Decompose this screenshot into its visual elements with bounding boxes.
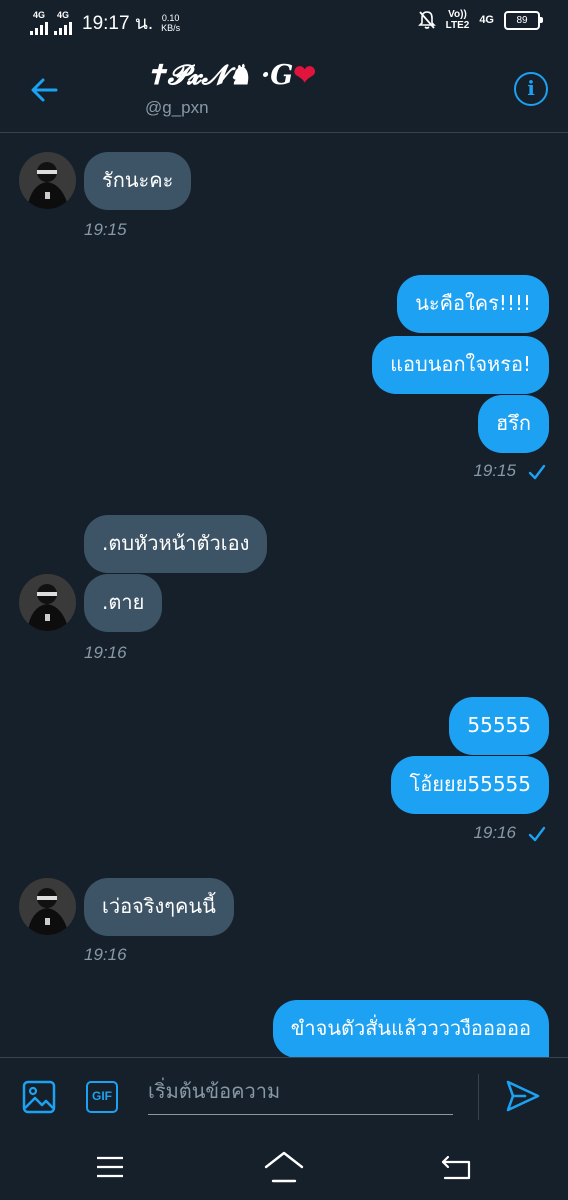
avatar[interactable] — [19, 878, 76, 935]
contact-name[interactable]: ✝𝓟𝔁𝓝♞ ·G❤ — [145, 60, 316, 92]
arrow-left-icon[interactable] — [28, 74, 60, 106]
message-input[interactable]: เริ่มต้นข้อความ — [148, 1078, 453, 1115]
menu-icon[interactable] — [96, 1155, 124, 1179]
checkmark-icon — [528, 464, 546, 480]
message-timestamp: 19:16 — [84, 945, 127, 964]
message-timestamp: 19:15 — [84, 220, 127, 239]
bell-off-icon — [417, 11, 436, 29]
message-incoming[interactable]: รักนะคะ — [84, 152, 192, 210]
avatar-image — [19, 878, 76, 935]
network-type: 4G — [56, 10, 69, 20]
image-icon[interactable] — [22, 1080, 56, 1114]
message-incoming[interactable]: เว่อจริงๆคนนี้ — [84, 878, 234, 936]
volte-indicator: Vo)) LTE2 — [446, 9, 470, 31]
message-timestamp: 19:16 — [84, 643, 127, 662]
gif-icon[interactable]: GIF — [86, 1081, 118, 1113]
message-timestamp: 19:16 — [473, 823, 516, 842]
signal-bars-icon — [30, 22, 48, 35]
signal-sim1: 4G — [30, 11, 48, 35]
message-timestamp: 19:15 — [473, 461, 516, 480]
volte-label: Vo)) — [448, 9, 467, 20]
lte-label: LTE2 — [445, 20, 470, 31]
speed-unit: KB/s — [161, 23, 181, 33]
avatar[interactable] — [19, 152, 76, 209]
avatar-image — [19, 574, 76, 631]
message-outgoing[interactable]: แอบนอกใจหรอ! — [372, 336, 549, 394]
message-incoming[interactable]: .ตาย — [84, 574, 163, 632]
send-icon[interactable] — [505, 1078, 541, 1114]
battery-level: 89 — [516, 14, 528, 26]
message-outgoing[interactable]: โอ้ยยย55555 — [391, 756, 549, 814]
message-outgoing[interactable]: ฮรึก — [477, 395, 549, 453]
message-outgoing[interactable]: ขำจนตัวสั่นแล้ววววงือออออ — [272, 1000, 549, 1057]
system-nav-bar — [0, 1135, 568, 1200]
message-incoming[interactable]: .ตบหัวหน้าตัวเอง — [84, 515, 268, 573]
signal-bars-icon — [54, 22, 72, 35]
message-composer: GIF เริ่มต้นข้อความ — [0, 1057, 568, 1136]
avatar[interactable] — [19, 574, 76, 631]
network-type: 4G — [479, 14, 494, 26]
message-outgoing[interactable]: นะคือใคร!!!! — [397, 275, 549, 333]
avatar-image — [19, 152, 76, 209]
signal-sim2: 4G — [54, 11, 72, 35]
battery-icon: 89 — [504, 10, 543, 30]
message-outgoing[interactable]: 55555 — [449, 697, 549, 755]
contact-name-text: ✝𝓟𝔁𝓝♞ ·G — [145, 60, 294, 91]
conversation-header: ✝𝓟𝔁𝓝♞ ·G❤ @g_pxn i — [0, 44, 568, 133]
checkmark-icon — [528, 826, 546, 842]
divider — [478, 1074, 479, 1120]
network-type: 4G — [32, 10, 45, 20]
message-list[interactable]: รักนะคะ 19:15 นะคือใคร!!!! แอบนอกใจหรอ! … — [0, 133, 568, 1057]
status-bar: 4G 4G 19:17 น. 0.10 KB/s Vo)) LTE2 4G 89 — [0, 0, 568, 44]
heart-emoji: ❤ — [293, 60, 316, 91]
return-icon[interactable] — [440, 1153, 472, 1181]
contact-handle: @g_pxn — [145, 98, 209, 117]
clock: 19:17 น. — [82, 13, 154, 34]
speed-value: 0.10 — [161, 13, 180, 23]
home-icon[interactable] — [264, 1150, 304, 1184]
network-speed: 0.10 KB/s — [161, 13, 180, 33]
info-icon[interactable]: i — [514, 72, 548, 106]
